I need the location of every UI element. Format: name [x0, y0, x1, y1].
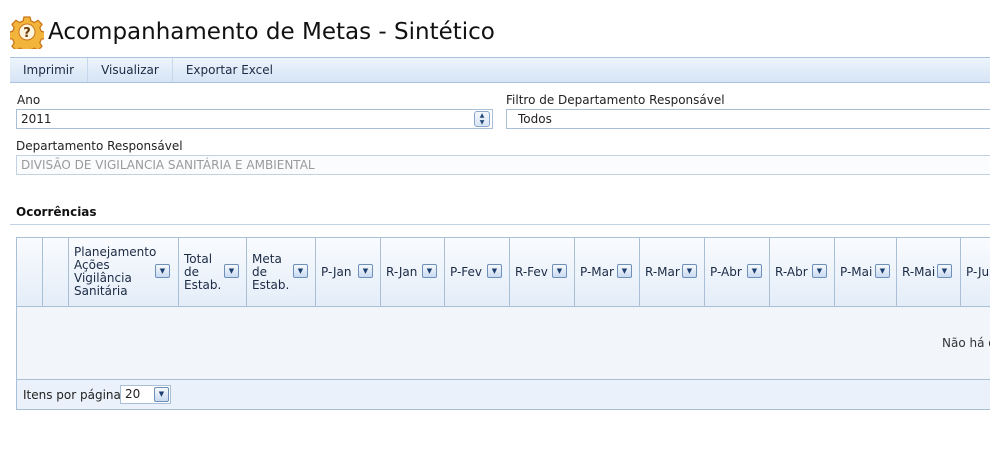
- column-header-total-estab[interactable]: Total de Estab. ▼: [179, 238, 247, 306]
- column-header-label: R-Fev: [515, 264, 548, 279]
- column-header-p-jan[interactable]: P-Jan ▼: [316, 238, 381, 306]
- page-header: ? Acompanhamento de Metas - Sintético: [10, 16, 495, 49]
- chevron-down-icon[interactable]: ▼: [937, 264, 952, 278]
- column-header-label: P-Mar: [580, 264, 614, 279]
- chevron-down-icon[interactable]: ▼: [487, 264, 502, 278]
- export-excel-button[interactable]: Exportar Excel: [173, 58, 286, 82]
- dept-label: Departamento Responsável: [16, 139, 183, 153]
- column-header-p-mar[interactable]: P-Mar ▼: [575, 238, 640, 306]
- column-header-label: P-Jun: [966, 264, 990, 279]
- column-header-label: P-Fev: [450, 264, 483, 279]
- chevron-down-icon[interactable]: ▼: [224, 264, 239, 278]
- chevron-down-icon[interactable]: ▼: [422, 264, 437, 278]
- svg-text:?: ?: [23, 26, 31, 41]
- column-header-label: R-Jan: [386, 264, 418, 279]
- up-down-spinner-icon[interactable]: ▲ ▼: [474, 111, 490, 127]
- page-title: Acompanhamento de Metas - Sintético: [48, 19, 495, 45]
- column-header-r-abr[interactable]: R-Abr ▼: [770, 238, 835, 306]
- divider: [10, 224, 990, 225]
- view-button[interactable]: Visualizar: [88, 58, 173, 82]
- year-value: 2011: [21, 112, 52, 126]
- column-header-select[interactable]: [17, 238, 43, 306]
- column-header-label: Meta de Estab.: [252, 251, 290, 292]
- column-header-r-fev[interactable]: R-Fev ▼: [510, 238, 575, 306]
- dept-filter-value: Todos: [518, 112, 552, 126]
- chevron-down-icon[interactable]: ▼: [812, 264, 827, 278]
- pager: Itens por página: 20 ▼: [17, 379, 990, 409]
- column-header-p-mai[interactable]: P-Mai ▼: [835, 238, 897, 306]
- column-header-label: P-Mai: [840, 264, 873, 279]
- column-header-label: P-Abr: [710, 264, 742, 279]
- column-header-r-mar[interactable]: R-Mar ▼: [640, 238, 705, 306]
- column-header-expand[interactable]: [43, 238, 69, 306]
- column-header-label: Total de Estab.: [184, 251, 222, 292]
- dept-filter-select[interactable]: Todos: [506, 109, 990, 129]
- chevron-down-icon[interactable]: ▼: [617, 264, 632, 278]
- grid-header: Planejamento Ações Vigilância Sanitária …: [17, 238, 990, 307]
- column-header-label: R-Abr: [775, 264, 808, 279]
- chevron-down-icon[interactable]: ▼: [747, 264, 762, 278]
- column-header-r-jan[interactable]: R-Jan ▼: [381, 238, 445, 306]
- chevron-down-icon[interactable]: ▼: [154, 387, 169, 402]
- column-header-meta-estab[interactable]: Meta de Estab. ▼: [247, 238, 316, 306]
- dept-filter-label: Filtro de Departamento Responsável: [506, 93, 725, 107]
- column-header-label: R-Mai: [902, 264, 936, 279]
- chevron-down-icon[interactable]: ▼: [358, 264, 373, 278]
- dept-value: DIVISÃO DE VIGILANCIA SANITÁRIA E AMBIEN…: [21, 158, 315, 172]
- chevron-down-icon[interactable]: ▼: [155, 264, 170, 278]
- empty-message: Não há dados: [942, 336, 990, 350]
- items-per-page-select[interactable]: 20 ▼: [120, 385, 171, 404]
- column-header-label: Planejamento Ações Vigilância Sanitária: [74, 245, 157, 298]
- print-button[interactable]: Imprimir: [10, 58, 89, 82]
- column-header-p-abr[interactable]: P-Abr ▼: [705, 238, 770, 306]
- dept-field: DIVISÃO DE VIGILANCIA SANITÁRIA E AMBIEN…: [16, 155, 990, 175]
- items-per-page-label: Itens por página:: [23, 388, 125, 402]
- column-header-planejamento[interactable]: Planejamento Ações Vigilância Sanitária …: [69, 238, 179, 306]
- column-header-r-mai[interactable]: R-Mai ▼: [897, 238, 961, 306]
- column-header-label: R-Mar: [645, 264, 680, 279]
- chevron-down-icon[interactable]: ▼: [552, 264, 567, 278]
- items-per-page-value: 20: [125, 387, 141, 401]
- chevron-down-icon[interactable]: ▼: [875, 264, 890, 278]
- chevron-down-icon[interactable]: ▼: [682, 264, 697, 278]
- chevron-down-icon[interactable]: ▼: [293, 264, 308, 278]
- section-title: Ocorrências: [16, 205, 97, 219]
- results-grid: Planejamento Ações Vigilância Sanitária …: [16, 237, 990, 410]
- toolbar: Imprimir Visualizar Exportar Excel: [10, 57, 990, 83]
- column-header-p-fev[interactable]: P-Fev ▼: [445, 238, 510, 306]
- column-header-p-jun[interactable]: P-Jun: [961, 238, 990, 306]
- year-label: Ano: [17, 93, 41, 107]
- gear-question-icon: ?: [10, 16, 44, 49]
- column-header-label: P-Jan: [321, 264, 352, 279]
- year-field[interactable]: 2011 ▲ ▼: [16, 109, 493, 129]
